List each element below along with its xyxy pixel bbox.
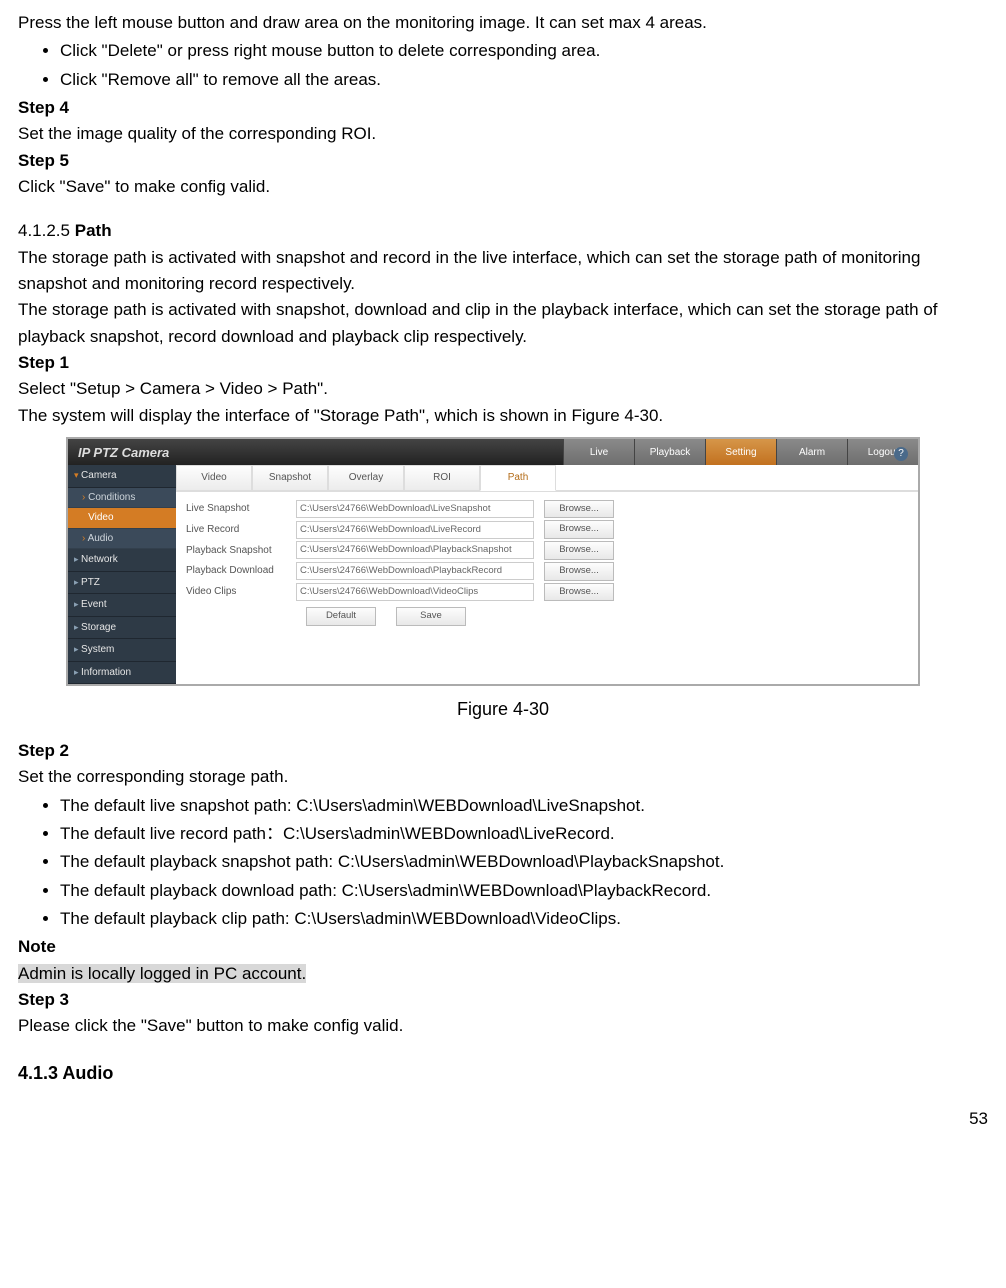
nav-alarm[interactable]: Alarm: [776, 439, 847, 465]
bullet-item: The default live record path：C:\Users\ad…: [60, 821, 988, 847]
note-heading: Note: [18, 934, 988, 960]
input-playback-download[interactable]: C:\Users\24766\WebDownload\PlaybackRecor…: [296, 562, 534, 580]
app-header: IP PTZ Camera Live Playback Setting Alar…: [68, 439, 918, 465]
bullet-item: Click "Delete" or press right mouse butt…: [60, 38, 988, 64]
browse-button[interactable]: Browse...: [544, 520, 614, 539]
nav-playback[interactable]: Playback: [634, 439, 705, 465]
step-text: Click "Save" to make config valid.: [18, 174, 988, 200]
input-playback-snapshot[interactable]: C:\Users\24766\WebDownload\PlaybackSnaps…: [296, 541, 534, 559]
input-video-clips[interactable]: C:\Users\24766\WebDownload\VideoClips: [296, 583, 534, 601]
page-number: 53: [18, 1106, 988, 1132]
step-heading: Step 5: [18, 148, 988, 174]
sidebar-item-video[interactable]: Video: [68, 508, 176, 529]
browse-button[interactable]: Browse...: [544, 562, 614, 581]
default-button[interactable]: Default: [306, 607, 376, 626]
bullet-item: Click "Remove all" to remove all the are…: [60, 67, 988, 93]
figure-caption: Figure 4-30: [18, 696, 988, 724]
tab-snapshot[interactable]: Snapshot: [252, 465, 328, 491]
tab-video[interactable]: Video: [176, 465, 252, 491]
input-live-snapshot[interactable]: C:\Users\24766\WebDownload\LiveSnapshot: [296, 500, 534, 518]
step-heading: Step 4: [18, 95, 988, 121]
step-text: The system will display the interface of…: [18, 403, 988, 429]
tab-roi[interactable]: ROI: [404, 465, 480, 491]
sidebar-item-ptz[interactable]: PTZ: [68, 572, 176, 595]
subsection-heading: 4.1.2.5 Path: [18, 218, 988, 244]
sidebar-item-storage[interactable]: Storage: [68, 617, 176, 640]
sidebar-item-information[interactable]: Information: [68, 662, 176, 685]
sidebar-item-camera[interactable]: Camera: [68, 465, 176, 488]
input-live-record[interactable]: C:\Users\24766\WebDownload\LiveRecord: [296, 521, 534, 539]
note-text: Admin is locally logged in PC account.: [18, 961, 988, 987]
bullet-item: The default playback snapshot path: C:\U…: [60, 849, 988, 875]
step-text: Set the image quality of the correspondi…: [18, 121, 988, 147]
label-live-record: Live Record: [186, 522, 296, 538]
bullet-list-1: Click "Delete" or press right mouse butt…: [18, 38, 988, 93]
bullet-item: The default playback clip path: C:\Users…: [60, 906, 988, 932]
sidebar-item-event[interactable]: Event: [68, 594, 176, 617]
browse-button[interactable]: Browse...: [544, 583, 614, 602]
step-text: Select "Setup > Camera > Video > Path".: [18, 376, 988, 402]
save-button[interactable]: Save: [396, 607, 466, 626]
tab-bar: Video Snapshot Overlay ROI Path ?: [176, 465, 918, 492]
browse-button[interactable]: Browse...: [544, 541, 614, 560]
label-video-clips: Video Clips: [186, 584, 296, 600]
step-text: Please click the "Save" button to make c…: [18, 1013, 988, 1039]
sidebar: Camera Conditions Video Audio Network PT…: [68, 465, 176, 684]
section-heading: 4.1.3 Audio: [18, 1060, 988, 1088]
sidebar-item-system[interactable]: System: [68, 639, 176, 662]
step-heading: Step 3: [18, 987, 988, 1013]
tab-path[interactable]: Path: [480, 465, 556, 491]
bullet-item: The default playback download path: C:\U…: [60, 878, 988, 904]
label-playback-download: Playback Download: [186, 563, 296, 579]
nav-live[interactable]: Live: [563, 439, 634, 465]
label-playback-snapshot: Playback Snapshot: [186, 543, 296, 559]
sidebar-item-audio[interactable]: Audio: [68, 529, 176, 550]
subsection-title: Path: [75, 221, 112, 240]
step-text: Set the corresponding storage path.: [18, 764, 988, 790]
step-heading: Step 2: [18, 738, 988, 764]
app-title: IP PTZ Camera: [68, 439, 258, 465]
bullet-list-2: The default live snapshot path: C:\Users…: [18, 793, 988, 933]
tab-overlay[interactable]: Overlay: [328, 465, 404, 491]
label-live-snapshot: Live Snapshot: [186, 501, 296, 517]
bullet-item: The default live snapshot path: C:\Users…: [60, 793, 988, 819]
browse-button[interactable]: Browse...: [544, 500, 614, 519]
sidebar-item-conditions[interactable]: Conditions: [68, 488, 176, 509]
figure-screenshot: IP PTZ Camera Live Playback Setting Alar…: [66, 437, 988, 686]
intro-line: Press the left mouse button and draw are…: [18, 10, 988, 36]
nav-setting[interactable]: Setting: [705, 439, 776, 465]
step-heading: Step 1: [18, 350, 988, 376]
paragraph: The storage path is activated with snaps…: [18, 245, 988, 298]
subsection-number: 4.1.2.5: [18, 221, 70, 240]
path-form: Live Snapshot C:\Users\24766\WebDownload…: [176, 492, 918, 632]
sidebar-item-network[interactable]: Network: [68, 549, 176, 572]
paragraph: The storage path is activated with snaps…: [18, 297, 988, 350]
